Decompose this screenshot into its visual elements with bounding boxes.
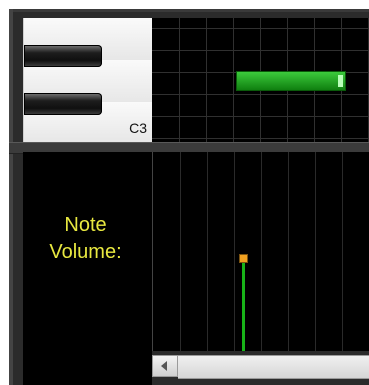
midi-note[interactable]: [236, 71, 346, 91]
black-key[interactable]: [24, 45, 102, 67]
frame-top-border: [9, 9, 369, 12]
volume-handle[interactable]: [239, 254, 248, 263]
octave-label: C3: [129, 120, 147, 136]
scroll-left-button[interactable]: [152, 355, 178, 377]
note-volume-label: Note Volume:: [9, 212, 162, 266]
piano-keyboard[interactable]: C3: [23, 18, 153, 143]
black-key[interactable]: [24, 93, 102, 115]
chevron-left-icon: [161, 361, 167, 371]
volume-grid[interactable]: [152, 152, 369, 351]
piano-roll-frame: C3 Note Volume:: [9, 9, 369, 385]
note-resize-handle[interactable]: [338, 75, 343, 87]
note-volume-label-line2: Volume:: [49, 241, 122, 263]
volume-label-panel: [23, 152, 152, 385]
volume-stem[interactable]: [242, 257, 245, 352]
scroll-track[interactable]: [178, 355, 369, 379]
note-volume-label-line1: Note: [64, 214, 107, 236]
frame-left-border: [9, 9, 13, 385]
horizontal-scrollbar[interactable]: [152, 351, 369, 385]
